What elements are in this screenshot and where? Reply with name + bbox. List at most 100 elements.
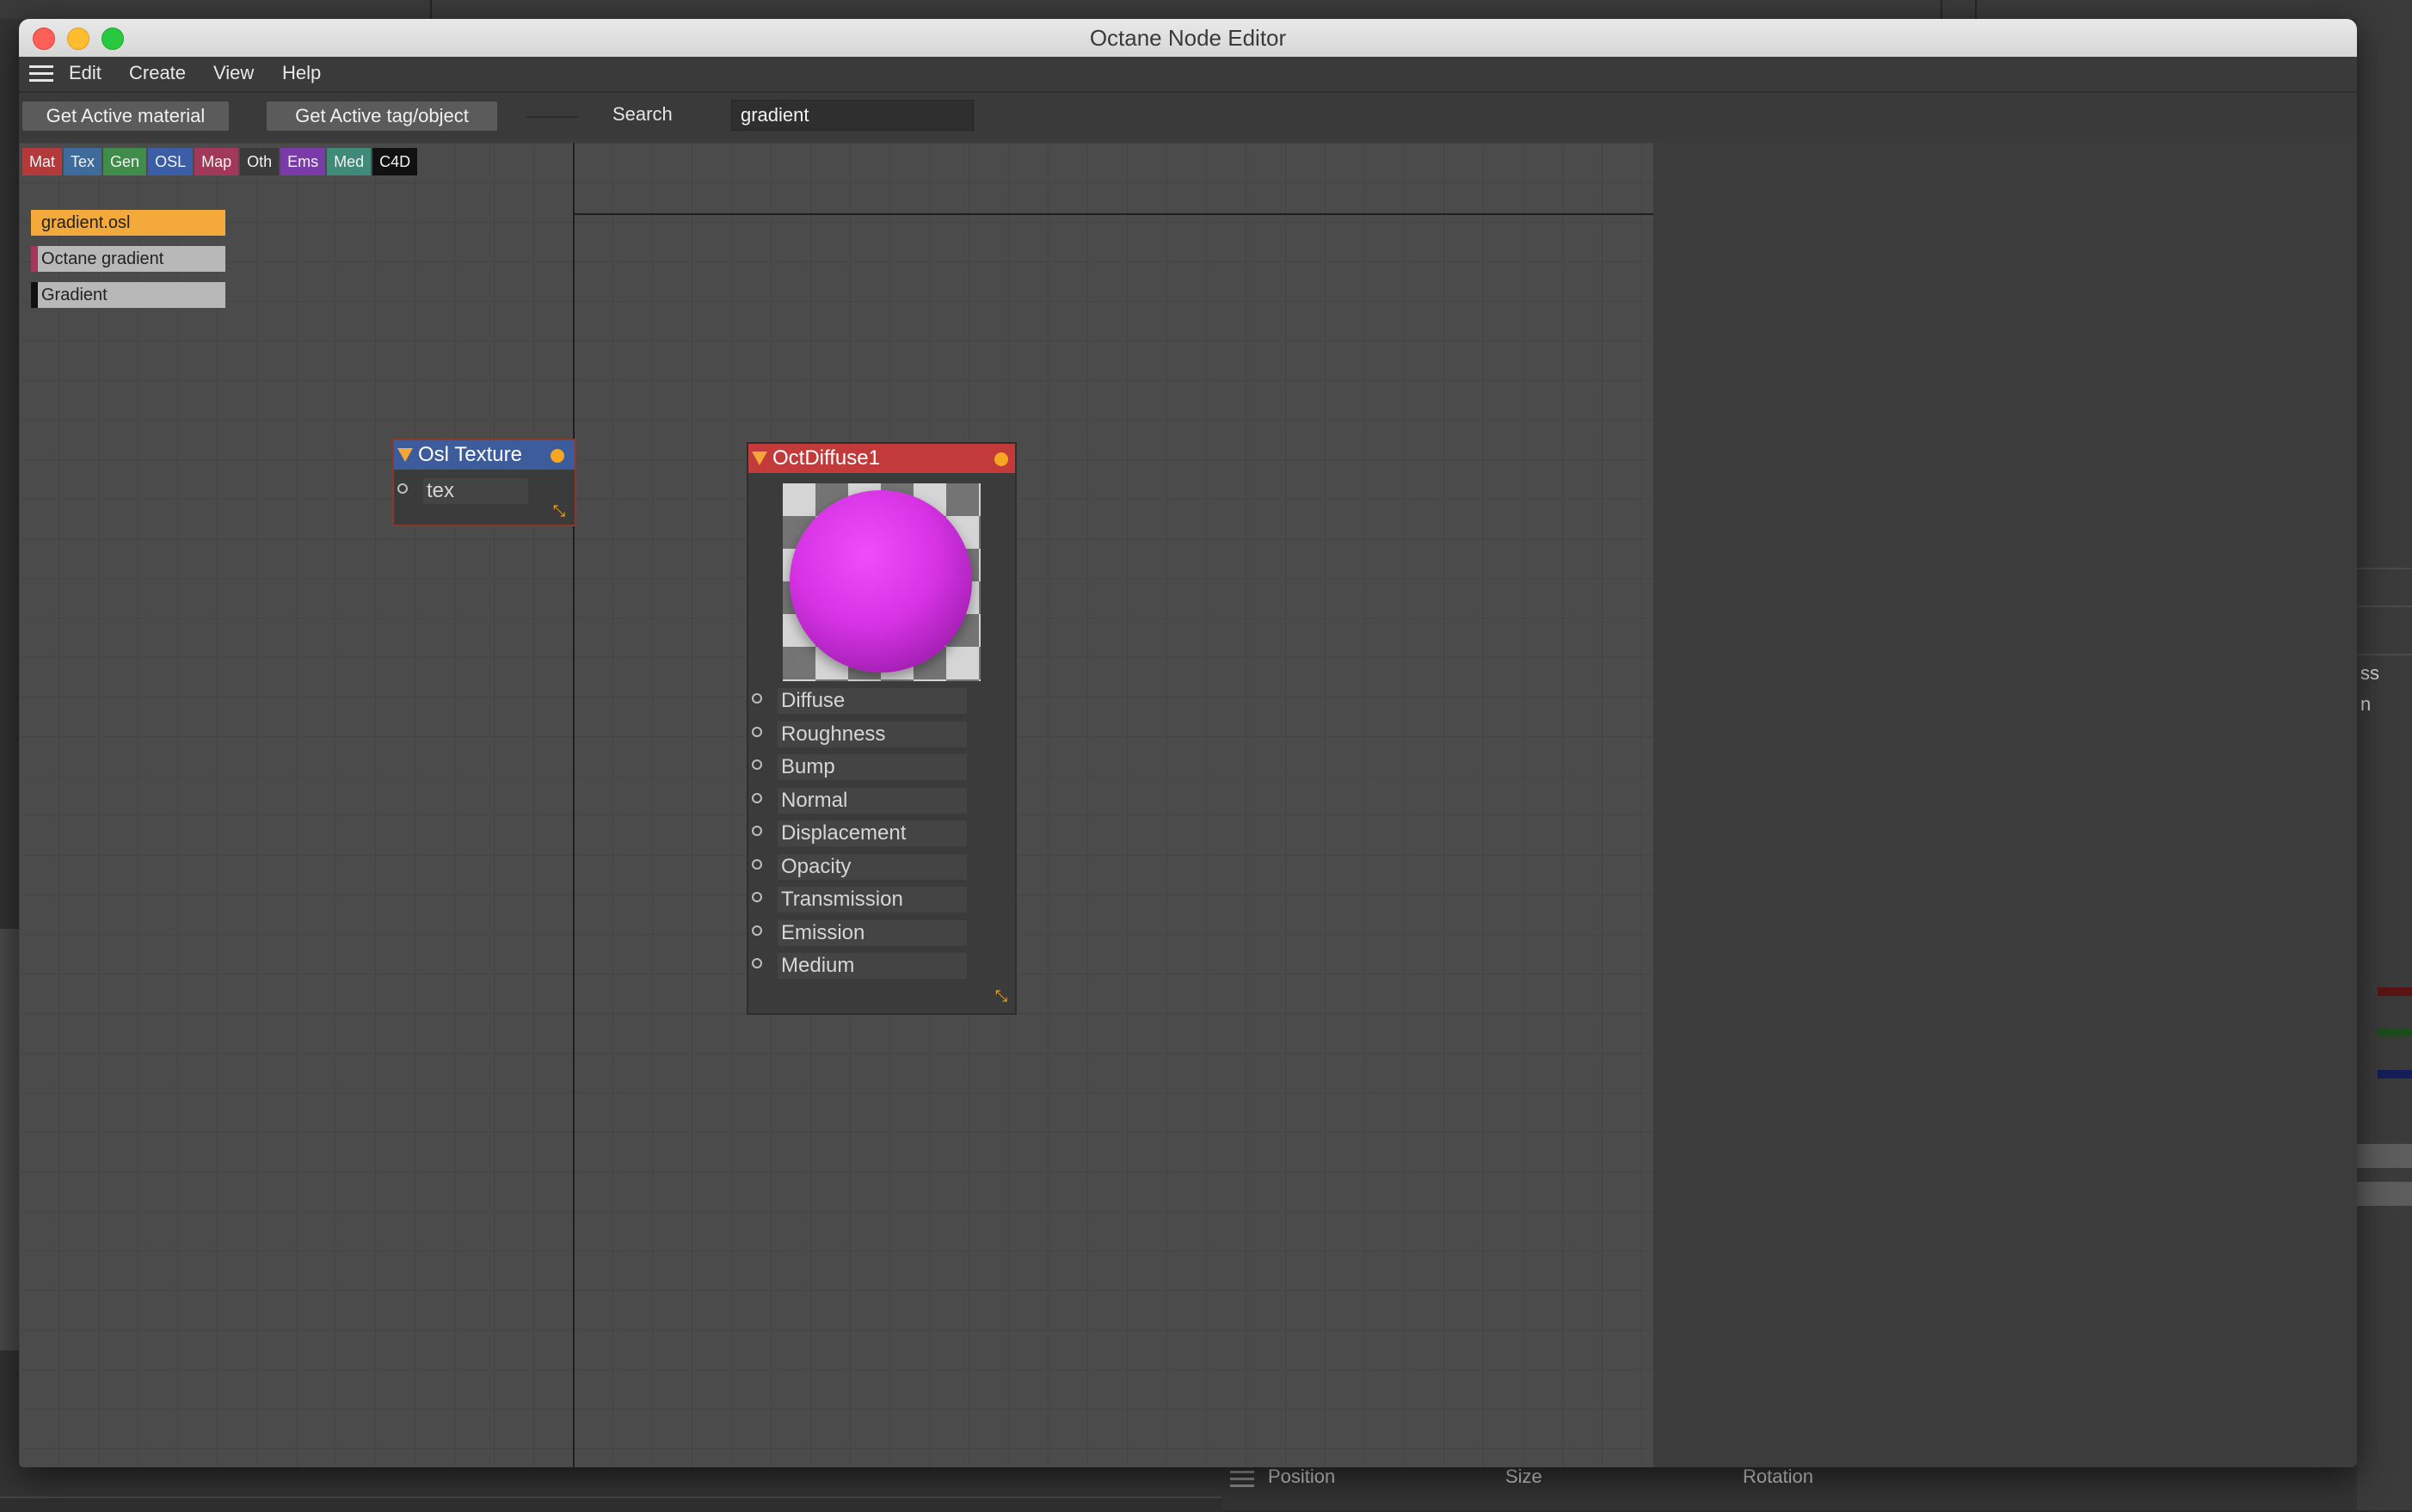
input-port-icon[interactable] — [752, 925, 762, 936]
get-active-tag-object-button[interactable]: Get Active tag/object — [267, 101, 497, 131]
port-label: tex — [423, 478, 528, 504]
maximize-window-button[interactable] — [102, 28, 124, 50]
port-label: Opacity — [778, 854, 967, 880]
node-editor-window: Octane Node Editor Edit Create View Help… — [19, 19, 2357, 1467]
port-label: Bump — [778, 754, 967, 780]
menu-icon[interactable] — [1230, 1471, 1254, 1488]
background-property-label: ss — [2360, 662, 2379, 684]
tab-tex[interactable]: Tex — [64, 148, 102, 175]
expand-icon[interactable]: ⤡ — [993, 987, 1010, 1005]
position-label: Position — [1268, 1466, 1336, 1487]
background-red-bar — [2378, 987, 2412, 996]
background-divider — [430, 0, 432, 19]
toolbar-separator — [526, 116, 578, 118]
search-label: Search — [612, 103, 673, 125]
search-result-octane-gradient[interactable]: Octane gradient — [31, 246, 225, 272]
input-port-icon[interactable] — [752, 892, 762, 902]
input-port-row[interactable]: tex — [394, 475, 575, 504]
menu-edit[interactable]: Edit — [69, 62, 102, 84]
tab-ems[interactable]: Ems — [280, 148, 326, 175]
input-port-row[interactable]: Transmission — [748, 883, 1015, 913]
port-label: Transmission — [778, 887, 967, 913]
menu-view[interactable]: View — [213, 62, 254, 84]
background-green-bar — [2378, 1029, 2412, 1037]
port-label: Roughness — [778, 722, 967, 747]
input-port-row[interactable]: Emission — [748, 917, 1015, 946]
background-divider — [1941, 0, 1942, 19]
port-label: Emission — [778, 920, 967, 946]
port-label: Displacement — [778, 821, 967, 846]
rotation-label: Rotation — [1743, 1466, 1813, 1487]
input-port-icon[interactable] — [397, 483, 408, 494]
collapse-triangle-icon[interactable] — [752, 452, 767, 465]
node-header[interactable]: Osl Texture — [394, 440, 575, 470]
menu-help[interactable]: Help — [282, 62, 321, 84]
input-port-icon[interactable] — [752, 693, 762, 704]
title-bar[interactable]: Octane Node Editor — [19, 19, 2357, 58]
menu-create[interactable]: Create — [129, 62, 186, 84]
background-field — [2357, 1144, 2412, 1168]
category-tabs: Mat Tex Gen OSL Map Oth Ems Med C4D — [22, 148, 418, 175]
tab-osl[interactable]: OSL — [148, 148, 194, 175]
input-port-icon[interactable] — [752, 759, 762, 770]
input-port-row[interactable]: Displacement — [748, 817, 1015, 846]
background-left-panel — [0, 929, 19, 1350]
search-result-gradient-osl[interactable]: gradient.osl — [31, 210, 225, 236]
tab-gen[interactable]: Gen — [103, 148, 147, 175]
background-divider — [1975, 0, 1977, 19]
background-property-label: n — [2360, 693, 2372, 715]
tab-map[interactable]: Map — [194, 148, 239, 175]
tab-oth[interactable]: Oth — [240, 148, 280, 175]
close-window-button[interactable] — [33, 28, 55, 50]
background-right-panel — [2357, 0, 2412, 1510]
preview-sphere — [790, 490, 972, 673]
search-result-gradient[interactable]: Gradient — [31, 282, 225, 308]
canvas-divider-horizontal — [573, 213, 1653, 215]
tab-mat[interactable]: Mat — [22, 148, 63, 175]
toolbar: Get Active material Get Active tag/objec… — [19, 93, 2357, 138]
search-result-label: Gradient — [41, 286, 108, 304]
get-active-material-button[interactable]: Get Active material — [22, 101, 229, 131]
port-label: Diffuse — [778, 688, 967, 714]
input-port-row[interactable]: Bump — [748, 751, 1015, 780]
background-top-strip — [0, 0, 2412, 19]
input-port-icon[interactable] — [752, 859, 762, 870]
empty-side-area — [1653, 143, 2357, 1467]
tab-c4d[interactable]: C4D — [372, 148, 418, 175]
search-result-label: Octane gradient — [41, 249, 164, 268]
node-canvas[interactable]: Mat Tex Gen OSL Map Oth Ems Med C4D grad… — [19, 143, 1653, 1467]
oct-diffuse-node[interactable]: OctDiffuse1 Diffuse Roughness Bump Norma… — [747, 442, 1017, 1015]
material-preview — [783, 483, 981, 681]
input-port-row[interactable]: Diffuse — [748, 685, 1015, 714]
input-port-row[interactable]: Normal — [748, 784, 1015, 814]
port-label: Normal — [778, 788, 967, 814]
input-port-icon[interactable] — [752, 958, 762, 968]
tab-med[interactable]: Med — [327, 148, 372, 175]
background-field — [2357, 1182, 2412, 1206]
collapse-triangle-icon[interactable] — [397, 448, 413, 462]
minimize-window-button[interactable] — [67, 28, 89, 50]
port-label: Medium — [778, 953, 967, 979]
search-result-label: gradient.osl — [41, 213, 131, 232]
input-port-row[interactable]: Opacity — [748, 851, 1015, 880]
window-title: Octane Node Editor — [1089, 25, 1287, 51]
search-input[interactable] — [731, 100, 974, 131]
hamburger-menu-icon[interactable] — [29, 65, 53, 83]
size-label: Size — [1505, 1466, 1542, 1487]
background-blue-bar — [2378, 1070, 2412, 1079]
background-bottom-strip — [0, 1497, 1221, 1512]
input-port-row[interactable]: Roughness — [748, 718, 1015, 747]
expand-icon[interactable]: ⤡ — [551, 502, 568, 519]
node-title: Osl Texture — [418, 443, 522, 466]
menu-bar: Edit Create View Help — [19, 57, 2357, 93]
node-header[interactable]: OctDiffuse1 — [748, 444, 1015, 473]
osl-texture-node[interactable]: Osl Texture tex ⤡ — [392, 439, 576, 526]
canvas-divider-vertical — [573, 143, 575, 1467]
output-port[interactable] — [551, 449, 564, 463]
input-port-icon[interactable] — [752, 727, 762, 737]
output-port[interactable] — [994, 452, 1008, 466]
node-title: OctDiffuse1 — [772, 446, 880, 470]
input-port-icon[interactable] — [752, 826, 762, 836]
input-port-icon[interactable] — [752, 793, 762, 803]
input-port-row[interactable]: Medium — [748, 950, 1015, 979]
